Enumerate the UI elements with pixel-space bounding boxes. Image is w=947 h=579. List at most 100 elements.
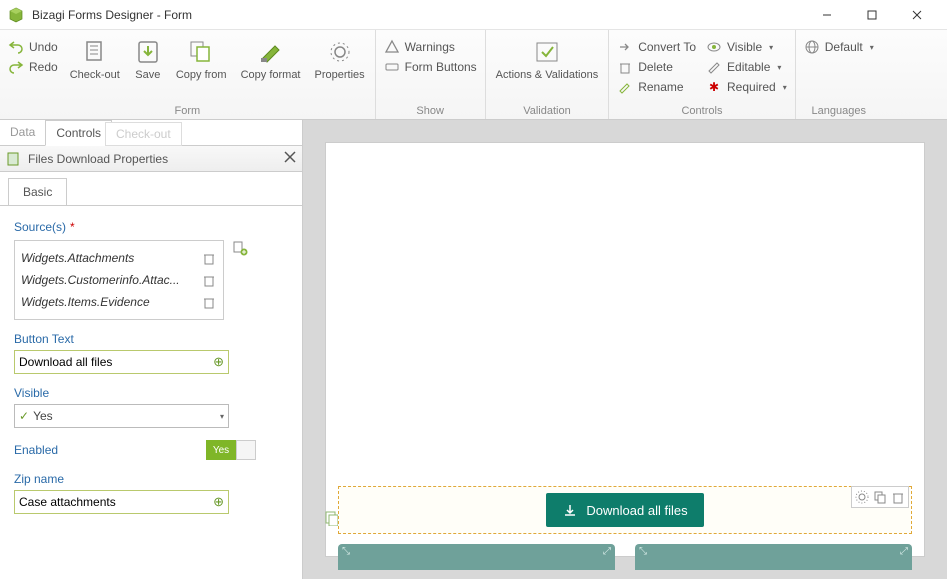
copyfrom-icon — [187, 38, 215, 66]
source-item[interactable]: Widgets.Items.Evidence — [21, 291, 217, 313]
warnings-button[interactable]: Warnings — [384, 38, 477, 56]
tab-controls[interactable]: Controls — [45, 120, 112, 146]
tab-basic[interactable]: Basic — [8, 178, 67, 205]
properties-button[interactable]: Properties — [313, 34, 367, 81]
buttontext-label: Button Text — [14, 332, 288, 346]
save-icon — [134, 38, 162, 66]
properties-title: Files Download Properties — [28, 152, 168, 166]
visible-label: Visible — [14, 386, 288, 400]
copyfrom-button[interactable]: Copy from — [174, 34, 229, 81]
copyformat-icon — [257, 38, 285, 66]
asterisk-icon: ✱ — [706, 79, 722, 95]
chevron-down-icon: ▾ — [870, 43, 874, 52]
formbuttons-icon — [384, 59, 400, 75]
title-bar: Bizagi Forms Designer - Form — [0, 0, 947, 30]
required-icon: * — [70, 220, 75, 234]
selected-control-row[interactable]: Download all files — [338, 486, 912, 534]
properties-icon — [6, 151, 22, 167]
ribbon-group-show: Show — [384, 105, 477, 117]
ribbon-group-validation: Validation — [494, 105, 601, 117]
row-tools — [851, 486, 909, 508]
window-title: Bizagi Forms Designer - Form — [32, 8, 804, 22]
editable-button[interactable]: Editable▾ — [706, 58, 787, 76]
toggle-on-label: Yes — [206, 440, 236, 460]
ghost-checkout-tab: Check-out — [105, 122, 182, 146]
save-button[interactable]: Save — [132, 34, 164, 81]
ribbon-group-controls: Controls — [617, 105, 787, 117]
close-button[interactable] — [894, 1, 939, 29]
checkout-icon — [81, 38, 109, 66]
source-item[interactable]: Widgets.Customerinfo.Attac... — [21, 269, 217, 291]
source-item[interactable]: Widgets.Attachments — [21, 247, 217, 269]
download-button-label: Download all files — [586, 503, 687, 518]
globe-icon[interactable]: ⊕ — [213, 494, 224, 510]
required-button[interactable]: ✱Required▾ — [706, 78, 787, 96]
eye-icon — [706, 39, 722, 55]
app-icon — [8, 7, 24, 23]
rename-button[interactable]: Rename — [617, 78, 696, 96]
default-language-button[interactable]: Default▾ — [804, 38, 874, 56]
checkout-button[interactable]: Check-out — [68, 34, 122, 81]
trash-icon[interactable] — [201, 294, 217, 310]
chevron-down-icon: ▾ — [769, 43, 773, 52]
panel-block[interactable]: ⤡⤢ — [635, 544, 912, 570]
actions-validations-button[interactable]: Actions & Validations — [494, 34, 601, 81]
buttontext-input-wrapper: ⊕ — [14, 350, 229, 374]
undo-icon — [8, 39, 24, 55]
collapse-icon[interactable]: ⤢ — [603, 546, 611, 557]
collapse-icon[interactable]: ⤡ — [639, 546, 647, 557]
trash-icon — [617, 59, 633, 75]
rename-icon — [617, 79, 633, 95]
lower-panels: ⤡⤢ ⤡⤢ — [338, 544, 912, 570]
pencil-icon — [706, 59, 722, 75]
collapse-icon[interactable]: ⤡ — [342, 546, 350, 557]
chevron-down-icon: ▾ — [220, 412, 224, 421]
ribbon-group-languages: Languages — [804, 105, 874, 117]
maximize-button[interactable] — [849, 1, 894, 29]
form-surface[interactable]: Download all files ⤡ ⤢ ⤡ ⤢ — [325, 142, 925, 557]
download-icon — [562, 502, 578, 518]
enabled-toggle[interactable]: Yes — [206, 440, 256, 460]
undo-label: Undo — [29, 40, 58, 54]
redo-label: Redo — [29, 60, 58, 74]
zipname-input-wrapper: ⊕ — [14, 490, 229, 514]
sources-label: Source(s)* — [14, 220, 288, 234]
redo-icon — [8, 59, 24, 75]
close-icon[interactable] — [284, 151, 296, 166]
globe-icon[interactable]: ⊕ — [213, 354, 224, 370]
duplicate-icon[interactable] — [872, 489, 888, 505]
trash-icon[interactable] — [201, 272, 217, 288]
undo-button[interactable]: Undo — [8, 38, 58, 56]
chevron-down-icon: ▾ — [777, 63, 781, 72]
add-source-icon[interactable] — [232, 240, 248, 256]
enabled-label: Enabled — [14, 443, 58, 457]
download-all-files-button[interactable]: Download all files — [546, 493, 703, 527]
design-canvas[interactable]: Download all files ⤡⤢ ⤡⤢ — [303, 120, 947, 579]
side-panel: Data Controls Check-out Files Download P… — [0, 120, 303, 579]
convert-icon — [617, 39, 633, 55]
collapse-icon[interactable]: ⤢ — [900, 546, 908, 557]
gear-icon — [326, 38, 354, 66]
globe-icon — [804, 39, 820, 55]
redo-button[interactable]: Redo — [8, 58, 58, 76]
visible-button[interactable]: Visible▾ — [706, 38, 787, 56]
copyformat-button[interactable]: Copy format — [239, 34, 303, 81]
trash-icon[interactable] — [201, 250, 217, 266]
properties-header: Files Download Properties — [0, 146, 302, 172]
minimize-button[interactable] — [804, 1, 849, 29]
check-icon: ✓ — [19, 409, 29, 423]
ribbon: Undo Redo Check-out Save Copy from Copy … — [0, 30, 947, 120]
formbuttons-button[interactable]: Form Buttons — [384, 58, 477, 76]
buttontext-input[interactable] — [19, 355, 213, 369]
check-icon — [533, 38, 561, 66]
tab-data[interactable]: Data — [0, 120, 45, 145]
zipname-label: Zip name — [14, 472, 288, 486]
gear-icon[interactable] — [854, 489, 870, 505]
sources-list: Widgets.Attachments Widgets.Customerinfo… — [14, 240, 224, 320]
convertto-button[interactable]: Convert To — [617, 38, 696, 56]
delete-button[interactable]: Delete — [617, 58, 696, 76]
trash-icon[interactable] — [890, 489, 906, 505]
panel-block[interactable]: ⤡⤢ — [338, 544, 615, 570]
visible-dropdown[interactable]: ✓Yes ▾ — [14, 404, 229, 428]
zipname-input[interactable] — [19, 495, 213, 509]
